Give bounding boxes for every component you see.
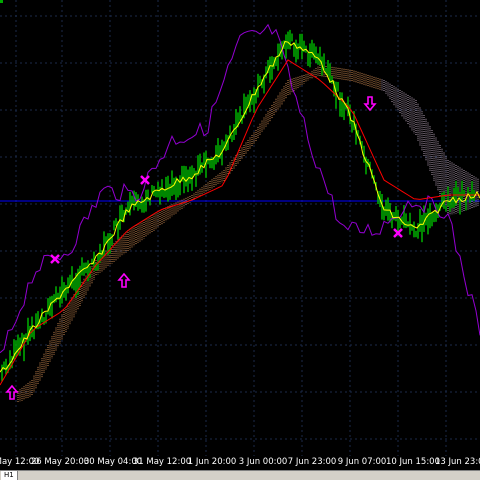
chart-window[interactable]: May 12:0026 May 20:0030 May 04:0031 May … bbox=[0, 0, 480, 480]
ichimoku-cloud bbox=[17, 65, 479, 403]
buy-arrow-up-icon bbox=[117, 272, 131, 288]
chart-tab-bar: H1 bbox=[0, 470, 480, 480]
price-bars bbox=[1, 29, 475, 382]
time-axis-label: 1 Jun 20:00 bbox=[187, 457, 237, 467]
tenkan-sen-line bbox=[0, 40, 480, 373]
indicator-lines bbox=[0, 23, 480, 386]
time-axis: May 12:0026 May 20:0030 May 04:0031 May … bbox=[0, 456, 480, 470]
price-chart-plot[interactable] bbox=[0, 0, 480, 456]
time-axis-label: 31 May 12:00 bbox=[132, 457, 192, 467]
time-axis-label: 26 May 20:00 bbox=[30, 457, 90, 467]
time-axis-label: 13 Jun 23:00 bbox=[435, 457, 480, 467]
time-axis-label: 3 Jun 00:00 bbox=[238, 457, 288, 467]
tab-h1[interactable]: H1 bbox=[1, 471, 18, 480]
time-axis-label: 10 Jun 15:00 bbox=[386, 457, 440, 467]
sell-arrow-down-icon bbox=[363, 96, 377, 112]
signal-markers bbox=[5, 96, 403, 400]
chart-grid bbox=[0, 0, 480, 456]
time-axis-label: 9 Jun 07:00 bbox=[337, 457, 387, 467]
time-axis-label: 7 Jun 23:00 bbox=[287, 457, 337, 467]
